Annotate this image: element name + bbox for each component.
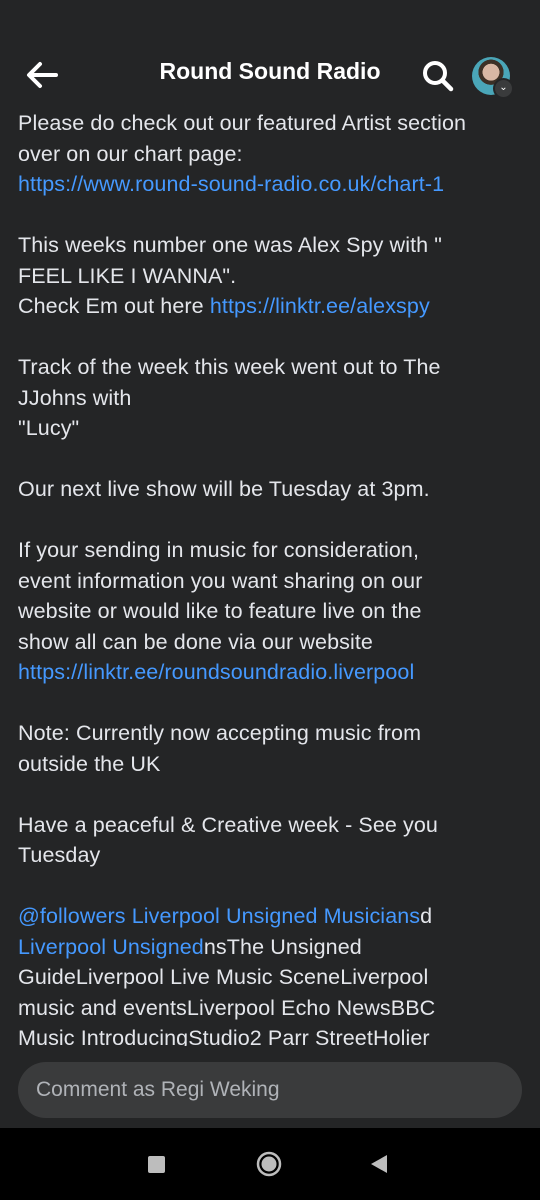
text-segment: Check Em out here [18,294,210,318]
tag-followers-link[interactable]: @followers Liverpool Unsigned Musicians [18,904,420,928]
tag-liverpool-unsigned-link[interactable]: Liverpool Unsigned [18,935,204,959]
comment-input[interactable]: Comment as Regi Weking [18,1062,522,1118]
paragraph-submissions: If your sending in music for considerati… [18,535,526,688]
nav-back-icon[interactable] [368,1153,390,1175]
text-line: GuideLiverpool Live Music SceneLiverpool [18,965,429,989]
text-line: Have a peaceful & Creative week - See yo… [18,812,438,837]
alexspy-link[interactable]: https://linktr.ee/alexspy [210,294,430,318]
paragraph-sign-off: Have a peaceful & Creative week - See yo… [18,810,526,871]
recents-icon[interactable] [148,1156,165,1173]
text-line: outside the UK [18,751,161,776]
avatar[interactable]: ⌄ [472,57,514,99]
text-line: Please do check out our featured Artist … [18,111,467,135]
paragraph-note: Note: Currently now accepting music from… [18,718,526,779]
text-line: music and eventsLiverpool Echo NewsBBC [18,995,436,1020]
chevron-down-icon: ⌄ [493,78,514,99]
post-body: Please do check out our featured Artist … [18,108,526,1046]
text-line: @followers Liverpool Unsigned Musiciansd [18,901,526,932]
chart-page-link[interactable]: https://www.round-sound-radio.co.uk/char… [18,169,526,200]
paragraph-tags: @followers Liverpool Unsigned Musiciansd… [18,901,526,1046]
paragraph-featured-artist: Please do check out our featured Artist … [18,108,526,200]
page-title: Round Sound Radio [159,58,381,84]
search-icon[interactable] [420,58,456,94]
text-line: Tuesday [18,843,101,867]
text-line: Track of the week this week went out to … [18,355,441,379]
text-line: JJohns with [18,385,132,410]
paragraph-next-show: Our next live show will be Tuesday at 3p… [18,474,526,505]
text-segment: d [420,904,433,928]
text-line: Music IntroducingStudio2 Parr StreetHoli… [18,1026,430,1046]
text-line: Note: Currently now accepting music from [18,721,422,745]
top-bar: Round Sound Radio ⌄ [0,0,540,104]
paragraph-number-one: This weeks number one was Alex Spy with … [18,230,526,322]
text-line: show all can be done via our website [18,629,373,654]
roundsoundradio-link[interactable]: https://linktr.ee/roundsoundradio.liverp… [18,657,526,688]
text-segment: nsThe Unsigned [203,934,362,959]
text-line: website or would like to feature live on… [18,599,422,623]
text-line: over on our chart page: [18,141,243,166]
text-line: event information you want sharing on ou… [18,568,423,593]
paragraph-track-of-week: Track of the week this week went out to … [18,352,526,444]
text-line: "Lucy" [18,416,80,440]
text-line: Liverpool UnsignednsThe Unsigned [18,932,526,963]
home-icon[interactable] [256,1151,282,1177]
text-line: This weeks number one was Alex Spy with … [18,233,443,257]
text-line: FEEL LIKE I WANNA". [18,263,237,288]
text-line: Check Em out here https://linktr.ee/alex… [18,291,526,322]
system-nav-bar [0,1128,540,1200]
text-line: If your sending in music for considerati… [18,538,420,562]
text-line: Our next live show will be Tuesday at 3p… [18,477,430,501]
comment-placeholder: Comment as Regi Weking [36,1078,280,1101]
